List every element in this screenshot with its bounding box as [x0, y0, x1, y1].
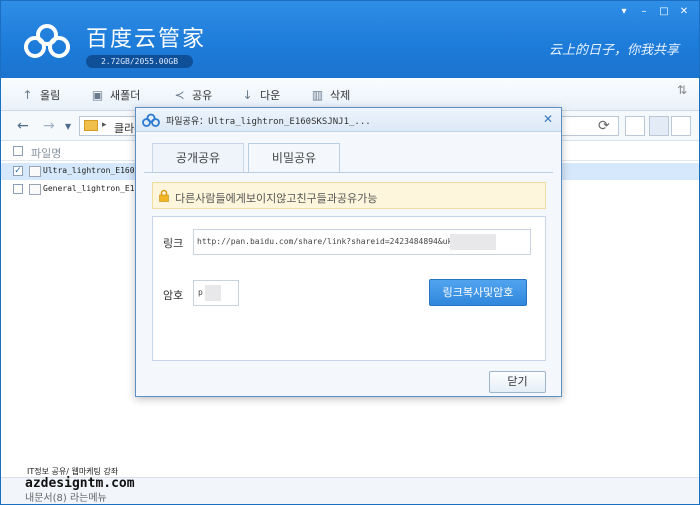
select-all-checkbox[interactable] — [13, 146, 23, 156]
share-button[interactable]: ≺ 공유 — [173, 87, 212, 103]
file-icon — [29, 184, 41, 195]
redacted-block — [205, 285, 221, 301]
sort-icon[interactable]: ⇅ — [677, 83, 693, 101]
share-icon: ≺ — [174, 87, 185, 102]
share-dialog: 파일공유：Ultra_lightron_E160SKSJNJ1_... ✕ 공개… — [135, 107, 562, 397]
dialog-title: 파일공유：Ultra_lightron_E160SKSJNJ1_... — [166, 117, 371, 127]
title-bar: 百度云管家 2.72GB/2055.00GB ▾ – □ ✕ 云上的日子，你我共… — [1, 1, 699, 78]
grid-view-icon[interactable] — [649, 116, 669, 136]
path-chevron-icon: ▸ — [102, 120, 107, 130]
slogan: 云上的日子，你我共享 — [548, 43, 679, 58]
link-label: 링크 — [163, 237, 184, 250]
upload-button[interactable]: ↑ 올림 — [21, 87, 60, 103]
notice-text: 다른사람들에게보이지않고친구들과공유가능 — [175, 192, 378, 205]
download-label: 다운 — [260, 89, 281, 102]
storage-usage: 2.72GB/2055.00GB — [86, 55, 193, 68]
app-title: 百度云管家 — [86, 27, 207, 52]
baidu-cloud-small-icon — [142, 113, 160, 127]
back-arrow-icon[interactable]: ← — [17, 118, 29, 134]
privacy-notice: 다른사람들에게보이지않고친구들과공유가능 — [152, 182, 546, 209]
minimize-icon[interactable]: – — [637, 6, 651, 18]
trash-icon: ▥ — [311, 87, 324, 102]
tab-private-share[interactable]: 비밀공유 — [248, 143, 340, 173]
password-text: p — [198, 288, 203, 297]
window-controls: ▾ – □ ✕ — [617, 6, 691, 18]
dialog-close-icon[interactable]: ✕ — [541, 112, 555, 126]
column-filename[interactable]: 파일명 — [31, 145, 61, 161]
copy-link-and-password-button[interactable]: 링크복사및암호 — [429, 279, 527, 306]
password-field[interactable]: p — [193, 280, 239, 306]
file-checkbox[interactable] — [13, 184, 23, 194]
preview-toggle-icon[interactable] — [625, 116, 645, 136]
delete-button[interactable]: ▥ 삭제 — [311, 87, 350, 103]
redacted-block — [450, 234, 496, 250]
share-link-field[interactable]: http://pan.baidu.com/share/link?shareid=… — [193, 229, 531, 255]
file-name: Ultra_lightron_E160S — [43, 166, 140, 175]
upload-label: 올림 — [40, 89, 61, 102]
baidu-cloud-logo-icon — [24, 24, 70, 58]
maximize-icon[interactable]: □ — [657, 6, 671, 18]
forward-arrow-icon[interactable]: → — [43, 118, 55, 134]
tab-divider — [144, 172, 553, 173]
share-details-panel: 링크 http://pan.baidu.com/share/link?share… — [152, 216, 546, 361]
dialog-close-button[interactable]: 닫기 — [489, 371, 546, 393]
new-folder-label: 새폴더 — [110, 89, 141, 102]
tab-public-share[interactable]: 공개공유 — [152, 143, 244, 172]
file-icon — [29, 166, 41, 177]
status-text: 내문서(8) 라는메뉴 — [25, 493, 107, 504]
share-label: 공유 — [192, 89, 213, 102]
skin-icon[interactable]: ▾ — [617, 6, 631, 18]
delete-label: 삭제 — [330, 89, 351, 102]
refresh-icon[interactable]: ⟳ — [598, 118, 610, 134]
download-button[interactable]: ↓ 다운 — [241, 87, 280, 103]
lock-icon — [159, 189, 169, 202]
history-dropdown-icon[interactable]: ▼ — [65, 122, 71, 131]
password-label: 암호 — [163, 289, 184, 302]
share-link-text: http://pan.baidu.com/share/link?shareid=… — [197, 237, 458, 246]
list-view-icon[interactable] — [671, 116, 691, 136]
upload-arrow-icon: ↑ — [22, 87, 33, 102]
file-name: General_lightron_E16 — [43, 184, 140, 193]
dialog-title-bar[interactable]: 파일공유：Ultra_lightron_E160SKSJNJ1_... ✕ — [136, 108, 561, 132]
new-folder-button[interactable]: ▣ 새폴더 — [91, 87, 141, 103]
download-arrow-icon: ↓ — [242, 87, 253, 102]
close-icon[interactable]: ✕ — [677, 6, 691, 18]
new-folder-icon: ▣ — [91, 87, 104, 102]
watermark-url: azdesigntm.com — [25, 476, 135, 491]
file-checkbox[interactable]: ✓ — [13, 166, 23, 176]
folder-icon — [84, 120, 98, 131]
